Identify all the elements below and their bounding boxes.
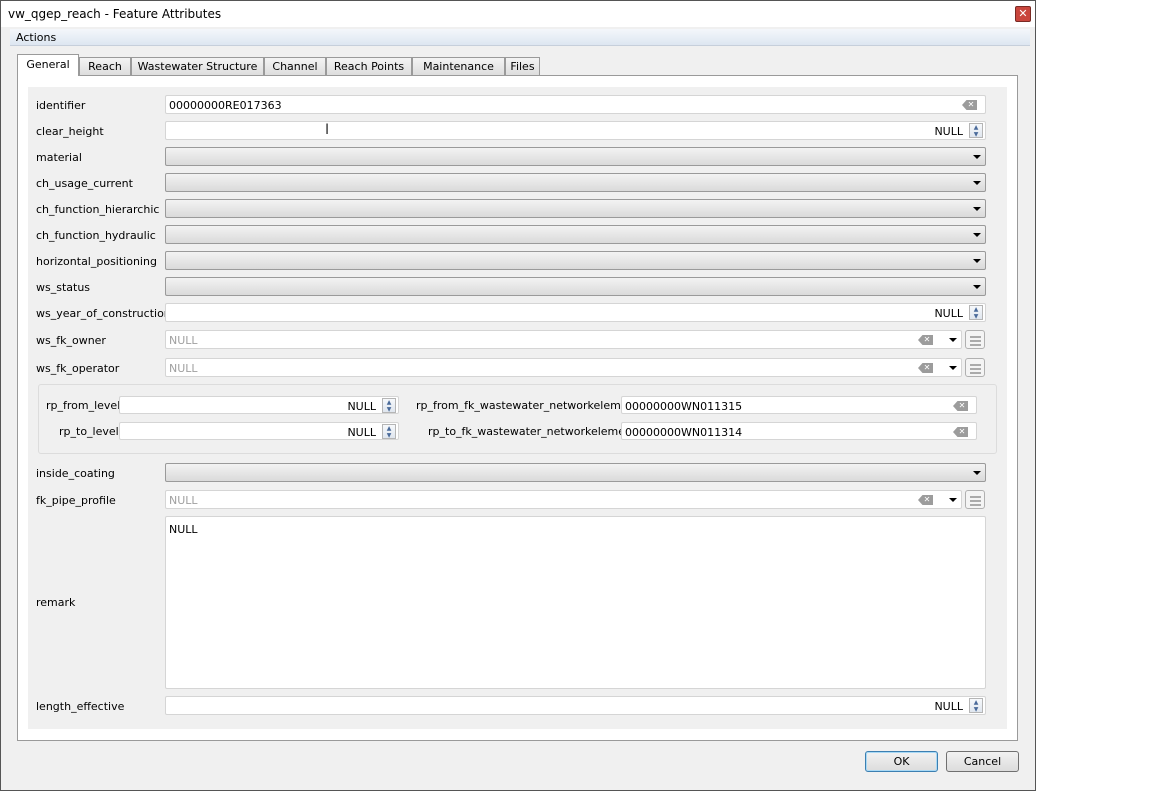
tab-wastewater-structure[interactable]: Wastewater Structure xyxy=(131,57,264,76)
null-value: NULL xyxy=(934,700,963,713)
field-value: 00000000WN011314 xyxy=(625,426,743,439)
dropdown-arrow-icon[interactable] xyxy=(973,207,981,211)
clear-icon[interactable]: ✕ xyxy=(953,427,968,437)
tab-files[interactable]: Files xyxy=(505,57,540,76)
ws-status-label: ws_status xyxy=(36,281,91,294)
dropdown-arrow-icon[interactable] xyxy=(949,338,957,342)
field-value: 00000000RE017363 xyxy=(169,99,282,112)
ws-fk-operator-label: ws_fk_operator xyxy=(36,362,120,375)
null-value: NULL xyxy=(934,125,963,138)
rp-to-fk-label: rp_to_fk_wastewater_networkelement xyxy=(428,425,637,438)
material-label: material xyxy=(36,151,82,164)
null-value: NULL xyxy=(347,400,376,413)
actions-menu[interactable]: Actions xyxy=(16,31,56,44)
dropdown-arrow-icon[interactable] xyxy=(973,233,981,237)
rp-from-level-label: rp_from_level xyxy=(46,399,121,412)
dropdown-arrow-icon[interactable] xyxy=(949,366,957,370)
open-form-button[interactable] xyxy=(965,490,985,509)
dropdown-arrow-icon[interactable] xyxy=(973,259,981,263)
rp-from-level-input[interactable]: NULL ▲ ▼ xyxy=(119,396,399,414)
ws-fk-owner-input[interactable]: NULL ✕ xyxy=(165,330,962,349)
ws-fk-owner-label: ws_fk_owner xyxy=(36,334,106,347)
cancel-button[interactable]: Cancel xyxy=(946,751,1019,772)
close-icon[interactable]: ✕ xyxy=(1015,6,1031,22)
remark-label: remark xyxy=(36,596,76,609)
clear-icon[interactable]: ✕ xyxy=(918,335,933,345)
dropdown-arrow-icon[interactable] xyxy=(973,181,981,185)
spin-arrows-icon[interactable]: ▲ ▼ xyxy=(969,305,983,320)
open-form-button[interactable] xyxy=(965,330,985,349)
ch-function-hydraulic-label: ch_function_hydraulic xyxy=(36,229,156,242)
horizontal-positioning-input[interactable] xyxy=(165,251,986,270)
tab-reach[interactable]: Reach xyxy=(79,57,131,76)
tab-channel[interactable]: Channel xyxy=(264,57,326,76)
clear-icon[interactable]: ✕ xyxy=(918,363,933,373)
text-cursor-icon: I xyxy=(325,122,330,138)
dropdown-arrow-icon[interactable] xyxy=(973,285,981,289)
ch-function-hydraulic-input[interactable] xyxy=(165,225,986,244)
reach-points-group xyxy=(38,384,997,454)
dropdown-arrow-icon[interactable] xyxy=(973,471,981,475)
dropdown-arrow-icon[interactable] xyxy=(949,498,957,502)
rp-to-fk-input[interactable]: 00000000WN011314 ✕ xyxy=(621,422,977,440)
length-effective-input[interactable]: NULL ▲ ▼ xyxy=(165,696,986,715)
ws-fk-operator-input[interactable]: NULL ✕ xyxy=(165,358,962,377)
placeholder-text: NULL xyxy=(169,362,198,375)
inside-coating-label: inside_coating xyxy=(36,467,115,480)
clear-height-label: clear_height xyxy=(36,125,104,138)
material-input[interactable] xyxy=(165,147,986,166)
spin-arrows-icon[interactable]: ▲ ▼ xyxy=(969,698,983,713)
spin-arrows-icon[interactable]: ▲ ▼ xyxy=(382,398,396,413)
field-value: NULL xyxy=(169,523,198,536)
inside-coating-input[interactable] xyxy=(165,463,986,482)
ch-function-hierarchic-input[interactable] xyxy=(165,199,986,218)
ch-usage-current-input[interactable] xyxy=(165,173,986,192)
clear-height-input[interactable]: NULL ▲ ▼ xyxy=(165,121,986,140)
actions-toolbar: Actions xyxy=(10,29,1030,46)
ws-status-input[interactable] xyxy=(165,277,986,296)
clear-icon[interactable]: ✕ xyxy=(918,495,933,505)
title-bar: vw_qgep_reach - Feature Attributes ✕ xyxy=(1,1,1035,27)
ws-year-of-construction-label: ws_year_of_construction xyxy=(36,307,171,320)
horizontal-positioning-label: horizontal_positioning xyxy=(36,255,157,268)
spin-arrows-icon[interactable]: ▲ ▼ xyxy=(382,424,396,439)
null-value: NULL xyxy=(934,307,963,320)
rp-from-fk-label: rp_from_fk_wastewater_networkelement xyxy=(416,399,639,412)
identifier-input[interactable]: 00000000RE017363 ✕ xyxy=(165,95,986,114)
ch-function-hierarchic-label: ch_function_hierarchic xyxy=(36,203,160,216)
window-title: vw_qgep_reach - Feature Attributes xyxy=(8,7,222,21)
clear-icon[interactable]: ✕ xyxy=(953,401,968,411)
rp-from-fk-input[interactable]: 00000000WN011315 ✕ xyxy=(621,396,977,414)
remark-input[interactable]: NULL xyxy=(165,516,986,689)
fk-pipe-profile-label: fk_pipe_profile xyxy=(36,494,116,507)
null-value: NULL xyxy=(347,426,376,439)
length-effective-label: length_effective xyxy=(36,700,125,713)
field-value: 00000000WN011315 xyxy=(625,400,743,413)
tab-maintenance[interactable]: Maintenance xyxy=(412,57,505,76)
identifier-label: identifier xyxy=(36,99,86,112)
placeholder-text: NULL xyxy=(169,494,198,507)
tab-reach-points[interactable]: Reach Points xyxy=(326,57,412,76)
ok-button[interactable]: OK xyxy=(865,751,938,772)
rp-to-level-label: rp_to_level xyxy=(59,425,119,438)
placeholder-text: NULL xyxy=(169,334,198,347)
rp-to-level-input[interactable]: NULL ▲ ▼ xyxy=(119,422,399,440)
open-form-button[interactable] xyxy=(965,358,985,377)
ws-year-of-construction-input[interactable]: NULL ▲ ▼ xyxy=(165,303,986,322)
ch-usage-current-label: ch_usage_current xyxy=(36,177,133,190)
spin-arrows-icon[interactable]: ▲ ▼ xyxy=(969,123,983,138)
tab-general[interactable]: General xyxy=(17,54,79,76)
fk-pipe-profile-input[interactable]: NULL ✕ xyxy=(165,490,962,509)
clear-icon[interactable]: ✕ xyxy=(962,100,977,110)
dropdown-arrow-icon[interactable] xyxy=(973,155,981,159)
